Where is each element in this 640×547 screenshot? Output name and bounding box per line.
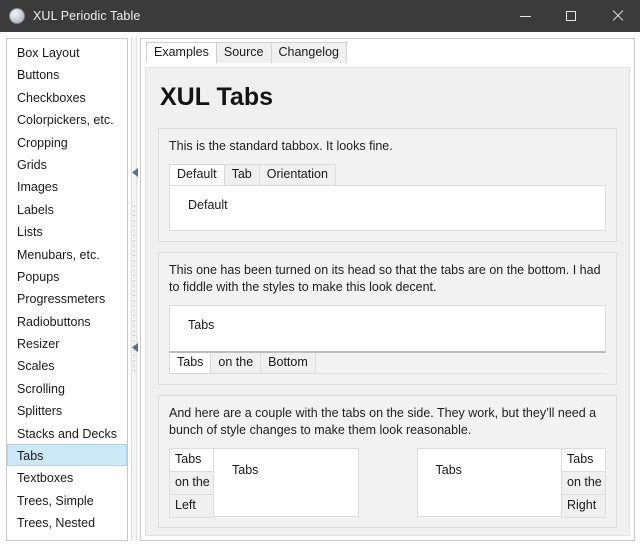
tabpanel-default: Default [169, 185, 606, 231]
close-button[interactable] [594, 0, 640, 32]
group-standard-tabbox: This is the standard tabbox. It looks fi… [158, 128, 617, 242]
tab-tabs[interactable]: Tabs [562, 448, 606, 472]
tab-source[interactable]: Source [215, 42, 272, 63]
category-list[interactable]: Box Layout Buttons Checkboxes Colorpicke… [6, 38, 128, 541]
examples-scroll-area: XUL Tabs This is the standard tabbox. It… [141, 63, 634, 540]
tab-bottom[interactable]: Bottom [260, 353, 316, 374]
tab-default[interactable]: Default [169, 164, 225, 185]
left-tabstrip: Tabs on the Left [169, 448, 213, 518]
list-item[interactable]: Trees, Simple [7, 489, 127, 511]
list-item[interactable]: Progressmeters [7, 287, 127, 309]
list-item[interactable]: Menubars, etc. [7, 243, 127, 265]
group-note: This one has been turned on its head so … [169, 263, 601, 294]
list-item[interactable]: Stacks and Decks [7, 422, 127, 444]
tabpanel-bottom: Tabs [169, 305, 606, 351]
tab-right[interactable]: Right [562, 494, 606, 518]
window-body: Box Layout Buttons Checkboxes Colorpicke… [0, 32, 640, 547]
tabbox-top-tabs: Default Tab Orientation [169, 164, 606, 185]
list-item[interactable]: Grids [7, 153, 127, 175]
window-title: XUL Periodic Table [33, 9, 141, 23]
list-item[interactable]: Images [7, 175, 127, 197]
right-tabbox: Tabs Tabs on the Right [416, 448, 606, 518]
group-note: This is the standard tabbox. It looks fi… [169, 139, 393, 153]
right-tabpanel: Tabs [416, 448, 562, 517]
list-item[interactable]: Scrolling [7, 377, 127, 399]
group-bottom-tabbox: This one has been turned on its head so … [158, 252, 617, 385]
list-item[interactable]: Checkboxes [7, 86, 127, 108]
tabbox-spacer [359, 448, 417, 517]
group-note: And here are a couple with the tabs on t… [169, 406, 597, 437]
group-side-tabboxes: And here are a couple with the tabs on t… [158, 395, 617, 528]
tab-tab[interactable]: Tab [223, 164, 260, 185]
tab-examples[interactable]: Examples [146, 42, 217, 63]
list-item[interactable]: Scales [7, 354, 127, 376]
tab-left[interactable]: Left [169, 494, 213, 518]
maximize-icon [566, 11, 576, 21]
minimize-icon [519, 15, 531, 17]
tab-on-the[interactable]: on the [210, 353, 262, 374]
sphere-icon [9, 8, 25, 24]
right-tabstrip: Tabs on the Right [562, 448, 606, 518]
page-title: XUL Tabs [160, 83, 273, 111]
list-item[interactable]: Buttons [7, 63, 127, 85]
left-tabbox: Tabs on the Left Tabs [169, 448, 359, 518]
list-item[interactable]: Colorpickers, etc. [7, 108, 127, 130]
app-window: XUL Periodic Table Box Layout Buttons Ch… [0, 0, 640, 547]
main-tabstrip: Examples Source Changelog [141, 39, 634, 63]
close-icon [611, 10, 623, 22]
list-item[interactable]: Splitters [7, 399, 127, 421]
left-tabpanel: Tabs [213, 448, 359, 517]
sidebar-splitter[interactable] [128, 38, 140, 541]
title-bar: XUL Periodic Table [0, 0, 640, 32]
list-item[interactable]: Radiobuttons [7, 310, 127, 332]
content-pane: Examples Source Changelog XUL Tabs This … [140, 38, 635, 541]
list-item[interactable]: Popups [7, 265, 127, 287]
examples-panel: XUL Tabs This is the standard tabbox. It… [145, 67, 630, 536]
minimize-button[interactable] [502, 0, 548, 32]
tab-tabs[interactable]: Tabs [169, 353, 212, 374]
tab-tabs[interactable]: Tabs [169, 448, 213, 472]
tab-changelog[interactable]: Changelog [270, 42, 347, 63]
splitter-track[interactable] [131, 38, 138, 541]
collapse-up-arrow-icon[interactable] [132, 168, 138, 177]
tabbox-bottom-tabs: Tabs on the Bottom [169, 353, 606, 374]
list-item-selected[interactable]: Tabs [7, 444, 127, 467]
maximize-button[interactable] [548, 0, 594, 32]
tab-orientation[interactable]: Orientation [258, 164, 336, 185]
list-item[interactable]: Trees, Nested [7, 511, 127, 533]
side-tabboxes-row: Tabs on the Left Tabs Tabs Tabs on the R… [169, 448, 606, 518]
list-item[interactable]: Labels [7, 198, 127, 220]
tab-on-the[interactable]: on the [562, 471, 606, 495]
list-item[interactable]: Cropping [7, 131, 127, 153]
window-controls [502, 0, 640, 32]
list-item[interactable]: Lists [7, 220, 127, 242]
list-item[interactable]: Textboxes [7, 466, 127, 488]
list-item[interactable]: Box Layout [7, 41, 127, 63]
list-item[interactable]: Resizer [7, 332, 127, 354]
tabstrip-filler [314, 353, 606, 374]
tab-on-the[interactable]: on the [169, 471, 213, 495]
